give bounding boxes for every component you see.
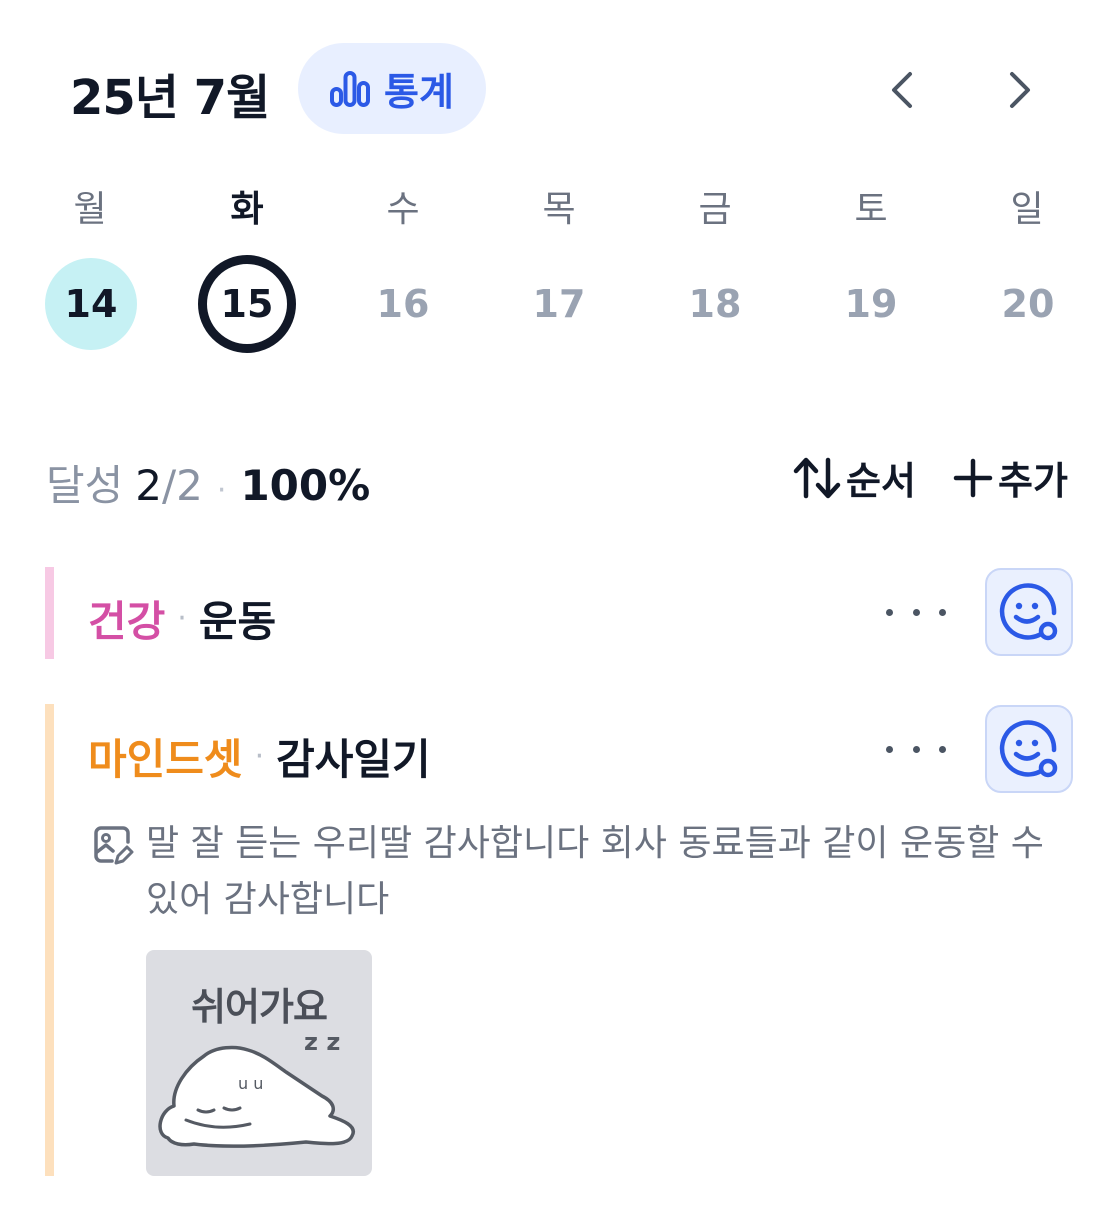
habit-category: 건강 (88, 597, 166, 646)
plus-icon (953, 458, 993, 497)
weekday-fri: 금 (698, 189, 732, 230)
month-title: 25년 7월 (70, 70, 270, 126)
achievement-summary: 달성 2 / 2 · 100% (46, 452, 370, 513)
day-18[interactable]: 18 (669, 258, 761, 350)
dot (912, 608, 920, 616)
sort-button[interactable]: 순서 (792, 450, 916, 505)
image-edit-icon (94, 826, 134, 865)
memo-line: 있어 감사합니다 (146, 879, 390, 920)
weekday-tue: 화 (230, 189, 264, 230)
memo-line: 말 잘 듣는 우리딸 감사합니다 회사 동료들과 같이 운동할 수 (146, 823, 1044, 864)
achievement-done: 2 (135, 461, 163, 510)
weekday-mon: 월 (73, 189, 107, 230)
bar-chart-icon (330, 70, 371, 107)
smiley-face-icon (999, 583, 1058, 641)
sticker-eyes: u u (238, 1074, 264, 1093)
prev-week-button[interactable] (874, 62, 930, 118)
sort-arrows-icon (793, 457, 841, 498)
habit-category: 마인드셋 (88, 735, 243, 784)
habit-name: 운동 (198, 597, 277, 646)
dot (886, 745, 893, 753)
more-options-button[interactable] (886, 729, 946, 769)
day-15-selected[interactable]: 15 (198, 255, 296, 353)
dot (939, 608, 946, 616)
chevron-left-icon (892, 72, 912, 108)
chevron-right-icon (1010, 72, 1030, 108)
achievement-percent: 100% (240, 461, 371, 510)
weekday-wed: 수 (386, 189, 420, 230)
attached-sticker[interactable]: 쉬어가요 z z u u (146, 950, 372, 1176)
day-16[interactable]: 16 (357, 258, 449, 350)
day-20[interactable]: 20 (982, 258, 1074, 350)
habit-separator: · (254, 739, 265, 774)
dot (886, 608, 893, 616)
stats-label: 통계 (384, 70, 454, 114)
dot (912, 745, 920, 753)
smiley-face-icon (999, 720, 1058, 778)
dot (939, 745, 946, 753)
sleeping-blob-illustration (158, 1045, 355, 1148)
stats-button[interactable]: 통계 (298, 43, 486, 134)
achievement-slash: / (162, 461, 177, 510)
day-19[interactable]: 19 (825, 258, 917, 350)
add-habit-button[interactable]: 추가 (952, 450, 1068, 505)
sort-label: 순서 (846, 459, 916, 503)
add-label: 추가 (998, 459, 1068, 503)
next-week-button[interactable] (992, 62, 1048, 118)
weekday-sat: 토 (854, 189, 888, 230)
habit-row[interactable]: 건강 · 운동 (88, 588, 276, 649)
weekday-thu: 목 (542, 189, 576, 230)
mood-check-button[interactable] (985, 568, 1073, 656)
habit-name: 감사일기 (276, 735, 431, 784)
habit-category-bar (45, 567, 54, 659)
achievement-label: 달성 (46, 461, 124, 510)
habit-separator: · (177, 601, 187, 636)
summary-separator: · (216, 473, 227, 508)
day-17[interactable]: 17 (513, 258, 605, 350)
achievement-total: 2 (176, 461, 203, 510)
day-14[interactable]: 14 (45, 258, 137, 350)
weekday-sun: 일 (1010, 189, 1044, 230)
sticker-zz: z z (304, 1028, 341, 1056)
habit-category-bar (45, 704, 54, 1176)
habit-memo: 말 잘 듣는 우리딸 감사합니다 회사 동료들과 같이 운동할 수 있어 감사합… (92, 816, 1077, 928)
more-options-button[interactable] (886, 592, 946, 632)
habit-row[interactable]: 마인드셋 · 감사일기 (88, 726, 431, 787)
mood-check-button[interactable] (985, 705, 1073, 793)
